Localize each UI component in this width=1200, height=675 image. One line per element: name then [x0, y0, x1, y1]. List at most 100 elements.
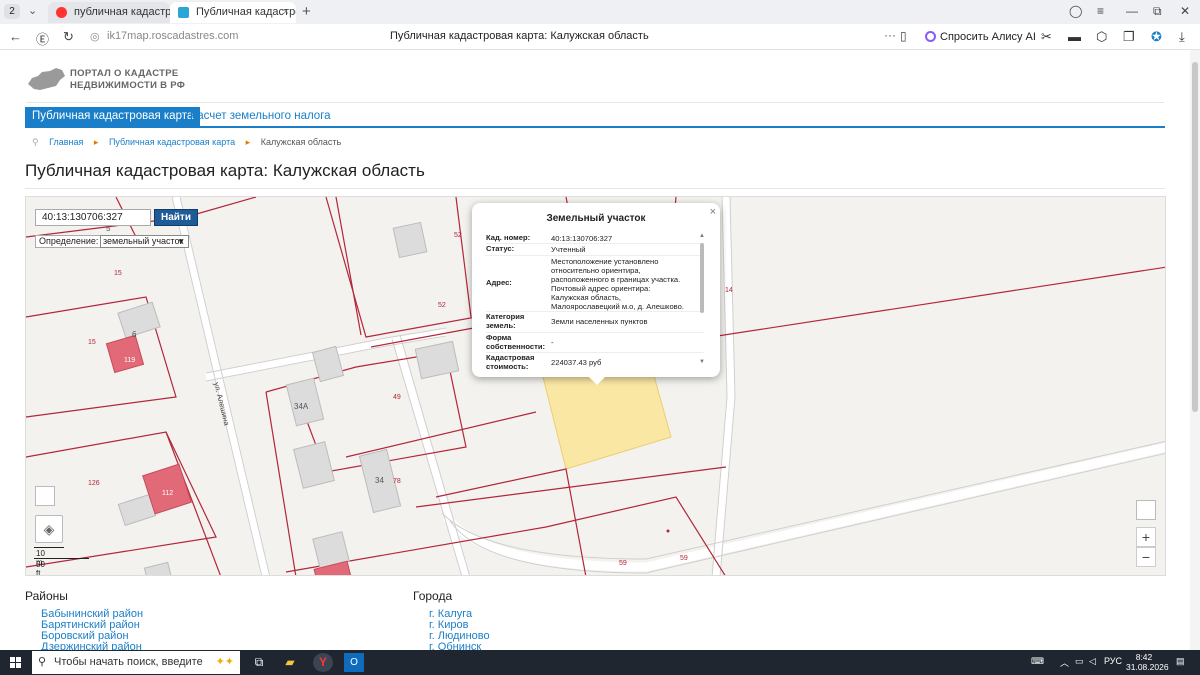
parcel-number-label: 78 [393, 478, 401, 485]
search-icon: ⚲ [38, 656, 47, 668]
breadcrumb-map[interactable]: Публичная кадастровая карта [109, 137, 235, 147]
info-row: Статус: Учтенный [486, 244, 704, 256]
collections-icon[interactable]: ❐ [1123, 29, 1135, 45]
notifications-icon[interactable]: ▤ [1176, 656, 1185, 667]
page-title-in-addressbar: Публичная кадастровая карта: Калужская о… [390, 30, 649, 42]
outlook-icon[interactable]: O [344, 653, 364, 672]
extension-hat-icon[interactable]: ▬ [1068, 29, 1081, 44]
site-logo[interactable]: ПОРТАЛ О КАДАСТРЕ НЕДВИЖИМОСТИ В РФ [26, 66, 196, 100]
parcel-number-label: 59 [680, 555, 688, 562]
house-number-label: 112 [162, 490, 173, 497]
bookmark-icon[interactable]: ▯ [900, 29, 907, 43]
cadastral-number-input[interactable]: 40:13:130706:327 [35, 209, 151, 226]
district-link[interactable]: Дзержинский район [41, 642, 143, 651]
browser-tab-2-active[interactable]: Публичная кадастровая × [170, 2, 296, 23]
maximize-icon[interactable]: ⧉ [1153, 4, 1162, 19]
popup-scrollbar-thumb[interactable] [700, 243, 704, 313]
cadastral-map[interactable]: 52 52 14 15 15 49 78 126 59 59 6 119 34А… [25, 196, 1166, 576]
extension-status-icon[interactable]: ✪ [1151, 29, 1162, 45]
layers-button[interactable]: ◈ [35, 515, 63, 543]
scrollbar-thumb[interactable] [1192, 62, 1198, 412]
city-link[interactable]: г. Обнинск [429, 642, 490, 651]
definition-label: Определение: [39, 236, 99, 246]
scale-imperial-label: 50 ft [36, 560, 45, 576]
info-row: Кадастровая стоимость: 224037.43 руб [486, 353, 704, 369]
building [117, 301, 161, 339]
zoom-out-button[interactable]: − [1136, 547, 1156, 567]
info-key: Статус: [486, 244, 515, 253]
network-icon[interactable]: ▭ [1075, 656, 1084, 667]
building [143, 561, 173, 575]
popup-title: Земельный участок [546, 213, 646, 224]
fullscreen-button[interactable] [1136, 500, 1156, 520]
menu-icon[interactable]: ≡ [1097, 4, 1104, 18]
minimize-icon[interactable]: — [1126, 4, 1138, 18]
close-window-icon[interactable]: ✕ [1180, 4, 1190, 18]
extension-tools-icon[interactable]: ✂ [1041, 29, 1052, 45]
nav-underline [25, 126, 1165, 128]
info-value: Учтенный [551, 245, 586, 254]
more-icon[interactable]: ··· [884, 28, 896, 42]
tab-list-chevron-icon[interactable]: ⌄ [28, 4, 37, 17]
new-tab-plus-icon[interactable]: + [302, 3, 311, 20]
select-area-button[interactable] [35, 486, 55, 506]
scroll-up-icon[interactable]: ▲ [699, 233, 705, 239]
definition-control: Определение: земельный участок ▼ [35, 235, 189, 248]
definition-select[interactable]: земельный участок ▼ [100, 235, 189, 248]
profile-icon[interactable]: ◯ [1069, 4, 1082, 18]
nav-tab-land-tax[interactable]: Расчет земельного налога [183, 107, 338, 126]
yandex-home-icon[interactable]: Ⓔ [36, 29, 49, 48]
cities-list: г. Калуга г. Киров г. Людиново г. Обнинс… [429, 609, 490, 651]
browser-tab-1[interactable]: публичная кадастровая к [48, 2, 170, 23]
breadcrumb-separator-icon: ▸ [245, 137, 251, 147]
yandex-browser-icon[interactable]: Y [313, 653, 333, 672]
find-button[interactable]: Найти [154, 209, 198, 226]
task-view-icon[interactable]: ⧉ [249, 653, 269, 672]
info-row: Адрес: Местоположение установлено относи… [486, 256, 704, 312]
parcel-number-label: 59 [619, 560, 627, 567]
header-divider [26, 102, 1164, 103]
alice-icon [925, 31, 936, 42]
cities-heading: Города [413, 589, 453, 603]
search-highlight-icon: ✦✦ [215, 656, 234, 668]
volume-icon[interactable]: ◁ [1089, 656, 1096, 667]
extensions-puzzle-icon[interactable]: ⬡ [1096, 29, 1107, 45]
site-info-icon[interactable]: ◎ [90, 30, 100, 43]
info-value: 224037.43 руб [551, 358, 602, 367]
reload-icon[interactable]: ↻ [63, 29, 74, 45]
tab-count-badge[interactable]: 2 [4, 4, 20, 19]
breadcrumb-home[interactable]: Главная [49, 137, 83, 147]
layers-icon: ◈ [43, 521, 55, 537]
zoom-in-button[interactable]: + [1136, 527, 1156, 547]
clock[interactable]: 8:42 31.08.2026 [1126, 652, 1169, 672]
scroll-down-icon[interactable]: ▼ [699, 359, 705, 365]
parcel-number-label: 49 [393, 394, 401, 401]
info-value: - [551, 338, 554, 347]
parcel-number-label: 52 [438, 302, 446, 309]
info-key: Кад. номер: [486, 233, 531, 242]
building-highlighted [105, 334, 145, 374]
language-indicator[interactable]: РУС [1104, 656, 1122, 666]
parcel-info-popup: Земельный участок × Кад. номер: 40:13:13… [472, 203, 720, 385]
tab-label: Публичная кадастровая [196, 6, 296, 18]
back-arrow-icon[interactable]: ← [9, 29, 22, 44]
ask-alice-button[interactable]: Спросить Алису AI [922, 27, 1044, 47]
keyboard-icon[interactable]: ⌨ [1031, 656, 1044, 667]
windows-taskbar: ⚲ Чтобы начать поиск, введите ✦✦ ⧉ ▰ Y O… [0, 650, 1200, 675]
web-page: ПОРТАЛ О КАДАСТРЕ НЕДВИЖИМОСТИ В РФ Публ… [0, 50, 1190, 650]
parcel-number-label: 14 [725, 287, 733, 294]
url-text[interactable]: ik17map.roscadastres.com [107, 30, 238, 42]
close-tab-icon[interactable]: × [283, 2, 289, 23]
popup-info-table[interactable]: Кад. номер: 40:13:130706:327 Статус: Учт… [486, 233, 704, 369]
windows-start-icon[interactable] [10, 657, 22, 669]
downloads-icon[interactable]: ⤓ [1179, 29, 1185, 45]
nav-tab-cadastral-map[interactable]: Публичная кадастровая карта [25, 107, 201, 126]
close-popup-icon[interactable]: × [710, 206, 716, 218]
taskbar-search-box[interactable]: ⚲ Чтобы начать поиск, введите ✦✦ [32, 651, 240, 674]
building [293, 441, 335, 489]
info-key: Форма собственности: [486, 333, 546, 351]
tray-expand-icon[interactable]: ︿ [1060, 656, 1069, 669]
info-row: Кад. номер: 40:13:130706:327 [486, 233, 704, 244]
page-scrollbar[interactable] [1190, 50, 1200, 650]
file-explorer-icon[interactable]: ▰ [280, 653, 300, 672]
